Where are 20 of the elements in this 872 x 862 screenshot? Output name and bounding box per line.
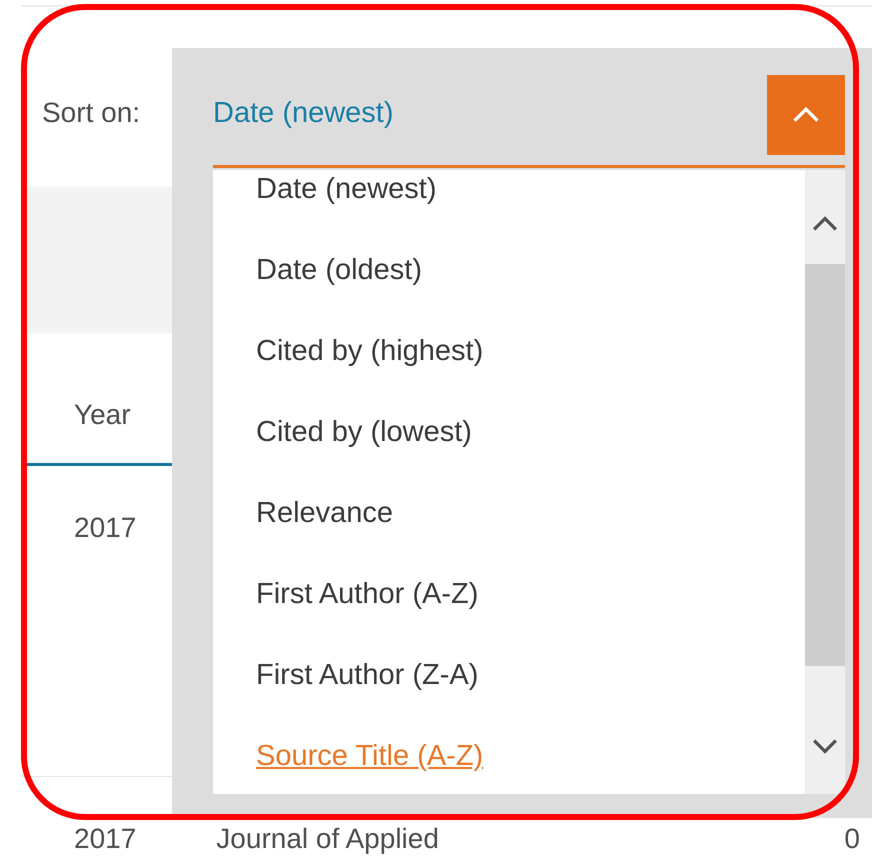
option-item[interactable]: Date (oldest) (213, 230, 805, 311)
table-cell-text: Journal of Applied (216, 824, 440, 855)
scroll-down-icon (812, 738, 838, 754)
option-item[interactable]: First Author (A-Z) (213, 554, 805, 635)
table-cell: 2017 (74, 824, 136, 855)
dropdown-toggle-button[interactable] (767, 75, 845, 155)
option-item[interactable]: Cited by (highest) (213, 311, 805, 392)
option-item[interactable]: First Author (Z-A) (213, 635, 805, 716)
scrollbar-thumb[interactable] (805, 264, 845, 666)
table-cell-text: 2017 (74, 512, 136, 545)
select-value: Date (newest) (213, 97, 394, 130)
option-item[interactable]: Date (newest) (213, 170, 805, 230)
chevron-up-icon (792, 107, 820, 123)
option-item[interactable]: Relevance (213, 473, 805, 554)
sort-label: Sort on: (42, 97, 140, 128)
option-item[interactable]: Cited by (lowest) (213, 392, 805, 473)
table-cell: 0 (844, 824, 860, 855)
scroll-up-icon (812, 216, 838, 232)
scrollbar[interactable] (805, 170, 845, 794)
column-header[interactable]: Year (74, 399, 131, 431)
